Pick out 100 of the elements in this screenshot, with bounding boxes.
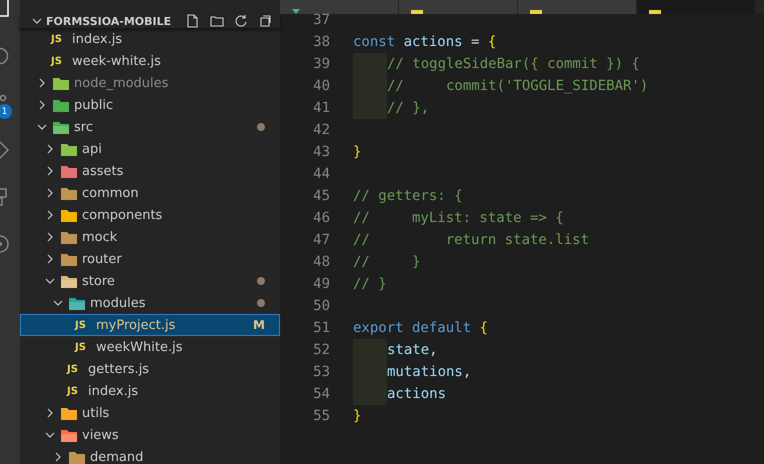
- line-number: 47: [312, 232, 330, 248]
- code-line: actions: [387, 386, 446, 402]
- folder-row[interactable]: router: [20, 248, 280, 270]
- folder-name: src: [74, 120, 94, 134]
- folder-row[interactable]: api: [20, 138, 280, 160]
- line-number: 48: [312, 254, 330, 270]
- line-number: 54: [312, 386, 330, 402]
- line-number: 39: [312, 56, 330, 72]
- line-number: 46: [312, 210, 330, 226]
- folder-name: node_modules: [74, 76, 170, 90]
- chevron-right-icon: [53, 452, 63, 462]
- chevron-right-icon: [45, 188, 55, 198]
- line-number: 40: [312, 78, 330, 94]
- folder-row[interactable]: common: [20, 182, 280, 204]
- run-icon[interactable]: [0, 141, 10, 159]
- folder-row[interactable]: views: [20, 424, 280, 446]
- file-name: weekWhite.js: [96, 340, 184, 354]
- folder-name: router: [82, 252, 123, 266]
- chevron-right-icon: [37, 78, 47, 88]
- chevron-down-icon: [45, 430, 55, 440]
- file-row[interactable]: JS week-white.js: [20, 50, 280, 72]
- code-line: // return state.list: [353, 232, 590, 248]
- folder-name: views: [82, 428, 120, 442]
- folder-row[interactable]: src: [20, 116, 280, 138]
- new-file-icon[interactable]: [186, 14, 200, 28]
- file-row[interactable]: JS index.js: [20, 28, 280, 50]
- code-line: // }: [353, 254, 420, 270]
- js-file-icon: JS: [67, 364, 83, 374]
- folder-name: utils: [82, 406, 110, 420]
- folder-name: assets: [82, 164, 124, 178]
- line-number: 37: [312, 12, 330, 28]
- chevron-right-icon: [45, 210, 55, 220]
- code-line: // commit('TOGGLE_SIDEBAR'): [387, 78, 648, 94]
- file-row[interactable]: JS getters.js: [20, 358, 280, 380]
- folder-name: mock: [82, 230, 118, 244]
- file-row[interactable]: JS weekWhite.js: [20, 336, 280, 358]
- js-file-icon: JS: [75, 320, 91, 330]
- code-line: // toggleSideBar({ commit }) {: [387, 56, 640, 72]
- editor-tab[interactable]: [518, 0, 637, 14]
- js-file-icon: JS: [51, 34, 67, 44]
- explorer-title: FORMSSIOA-MOBILE: [46, 14, 172, 28]
- chevron-right-icon: [45, 408, 55, 418]
- editor-tab[interactable]: [399, 0, 518, 14]
- chevron-right-icon: [45, 254, 55, 264]
- line-number: 52: [312, 342, 330, 358]
- chevron-right-icon: [45, 144, 55, 154]
- js-file-icon: JS: [51, 56, 67, 66]
- line-number: 42: [312, 122, 330, 138]
- folder-row[interactable]: assets: [20, 160, 280, 182]
- line-number: 38: [312, 34, 330, 50]
- refresh-icon[interactable]: [234, 14, 248, 28]
- chevron-right-icon: [45, 166, 55, 176]
- folder-row[interactable]: mock: [20, 226, 280, 248]
- js-file-icon: JS: [75, 342, 91, 352]
- js-file-icon: JS: [67, 386, 83, 396]
- vue-file-icon: [292, 9, 300, 14]
- folder-name: common: [82, 186, 140, 200]
- chevron-down-icon: [37, 122, 47, 132]
- chevron-down-icon: [32, 16, 42, 26]
- extensions-icon[interactable]: [0, 188, 10, 206]
- code-line: // }: [353, 276, 387, 292]
- files-icon[interactable]: [0, 0, 10, 18]
- folder-row[interactable]: public: [20, 94, 280, 116]
- folder-row[interactable]: store: [20, 270, 280, 292]
- collapse-icon[interactable]: [258, 14, 272, 28]
- folder-name: modules: [90, 296, 146, 310]
- folder-name: demand: [90, 450, 144, 464]
- notification-badge: 1: [0, 104, 12, 119]
- js-file-icon: [411, 10, 423, 14]
- folder-name: public: [74, 98, 114, 112]
- file-name: index.js: [72, 32, 124, 46]
- code-line: state,: [387, 342, 438, 358]
- code-line: mutations,: [387, 364, 472, 380]
- js-file-icon: [530, 10, 542, 14]
- file-name: getters.js: [88, 362, 150, 376]
- line-number: 49: [312, 276, 330, 292]
- line-number: 43: [312, 144, 330, 160]
- file-name: index.js: [88, 384, 140, 398]
- code-line: }: [353, 408, 362, 424]
- folder-row[interactable]: modules: [20, 292, 280, 314]
- code-line: // },: [387, 100, 430, 116]
- chevron-right-icon: [45, 232, 55, 242]
- new-folder-icon[interactable]: [210, 14, 224, 28]
- search-icon[interactable]: [0, 47, 10, 65]
- line-number: 53: [312, 364, 330, 380]
- folder-name: api: [82, 142, 103, 156]
- chevron-down-icon: [53, 298, 63, 308]
- folder-row[interactable]: utils: [20, 402, 280, 424]
- file-row[interactable]: JS myProject.js M: [20, 314, 280, 336]
- line-number: 50: [312, 298, 330, 314]
- folder-row[interactable]: node_modules: [20, 72, 280, 94]
- file-row[interactable]: JS index.js: [20, 380, 280, 402]
- code-line: // myList: state => {: [353, 210, 564, 226]
- git-status: M: [253, 318, 265, 332]
- code-line: }: [353, 144, 362, 160]
- editor-tab[interactable]: [637, 0, 756, 14]
- js-file-icon: [649, 10, 661, 14]
- line-number: 44: [312, 166, 330, 182]
- folder-row[interactable]: demand: [20, 446, 280, 464]
- folder-row[interactable]: components: [20, 204, 280, 226]
